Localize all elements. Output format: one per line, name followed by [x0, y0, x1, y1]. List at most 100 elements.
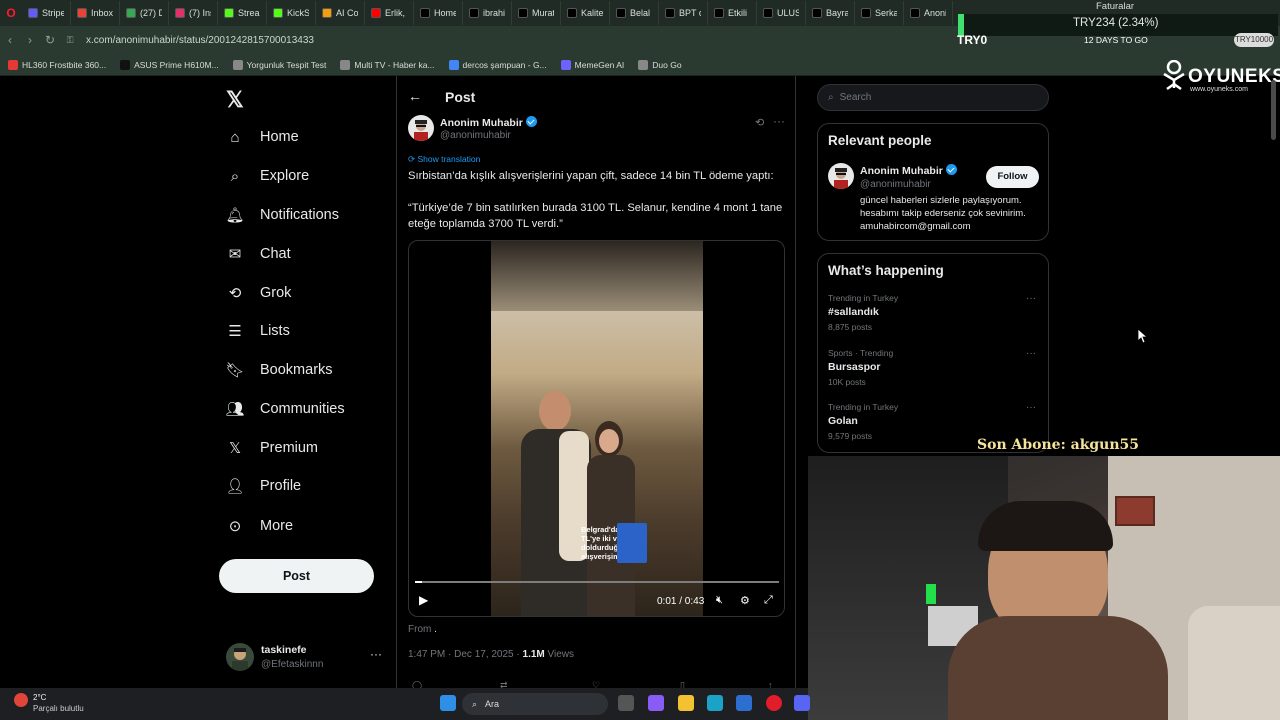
- browser-tab[interactable]: Stripe Exp: [22, 1, 71, 25]
- nav-item-communities[interactable]: 👥︎ Communities: [225, 396, 344, 422]
- trend-more-icon[interactable]: ···: [1026, 348, 1036, 359]
- weather-icon[interactable]: [14, 693, 28, 707]
- bookmark-item[interactable]: dercos şampuan - G...: [448, 59, 547, 70]
- trend-item[interactable]: Trending in Turkey #sallandık 8,875 post…: [828, 293, 1040, 332]
- author-avatar[interactable]: [408, 115, 434, 141]
- tab-favicon-icon: [665, 8, 675, 18]
- person-bio: güncel haberleri sizlerle paylaşıyorum. …: [860, 195, 1026, 232]
- video-player[interactable]: Belgrad'da 15.000 TL'ye iki valiz doldur…: [408, 240, 785, 617]
- nav-item-premium[interactable]: 𝕏 Premium: [226, 435, 318, 461]
- search-icon: ⌕: [472, 698, 478, 709]
- browser-tab[interactable]: Serkan Ta: [855, 1, 904, 25]
- video-frame[interactable]: Belgrad'da 15.000 TL'ye iki valiz doldur…: [491, 241, 703, 616]
- account-switcher[interactable]: taskinefe @Efetaskinnn ···: [226, 641, 386, 677]
- browser-tab[interactable]: KickSight: [267, 1, 316, 25]
- tab-favicon-icon: [861, 8, 871, 18]
- like-icon[interactable]: ♡: [592, 680, 600, 688]
- back-icon[interactable]: ‹: [0, 33, 20, 47]
- nav-item-chat[interactable]: ✉ Chat: [226, 241, 291, 267]
- nav-item-more[interactable]: ⊙ More: [226, 513, 293, 539]
- post-more-icon[interactable]: ···: [773, 114, 785, 128]
- search-box[interactable]: ⌕: [817, 84, 1049, 111]
- tab-label: ibrahim o: [483, 8, 505, 18]
- follow-button[interactable]: Follow: [986, 166, 1039, 188]
- trend-more-icon[interactable]: ···: [1026, 293, 1036, 304]
- browser-tab[interactable]: ULUSER on: [757, 1, 806, 25]
- nav-item-notifications[interactable]: 🔔︎ Notifications: [225, 202, 339, 228]
- browser-tab[interactable]: AI Comic I: [316, 1, 365, 25]
- relevant-people-title: Relevant people: [828, 133, 932, 148]
- bookmark-item[interactable]: Multi TV - Haber ka...: [340, 59, 435, 70]
- discord-icon[interactable]: [794, 695, 810, 711]
- bookmark-item[interactable]: Duo Go: [638, 59, 682, 70]
- edge-icon[interactable]: [707, 695, 723, 711]
- author-name[interactable]: Anonim Muhabir: [440, 116, 537, 129]
- site-info-icon[interactable]: ⚿: [60, 35, 80, 46]
- file-explorer-icon[interactable]: [678, 695, 694, 711]
- browser-tab[interactable]: BPT on X: [659, 1, 708, 25]
- nav-item-label: Profile: [260, 478, 302, 494]
- search-input[interactable]: [839, 92, 1030, 103]
- store-icon[interactable]: [736, 695, 752, 711]
- browser-tab[interactable]: Anonim M: [904, 1, 953, 25]
- bookmark-item[interactable]: MemeGen AI: [560, 59, 624, 70]
- trend-item[interactable]: Trending in Turkey Golan 9,579 posts ···: [828, 402, 1040, 441]
- browser-tab[interactable]: Kalitesiz Y: [561, 1, 610, 25]
- taskbar-search[interactable]: ⌕ Ara: [462, 693, 608, 715]
- oyuneks-logo: OYUNEKS www.oyuneks.com: [1162, 59, 1280, 94]
- browser-tab[interactable]: (27) Dashl: [120, 1, 169, 25]
- settings-icon[interactable]: ⚙: [740, 594, 750, 607]
- back-arrow-icon[interactable]: ←: [408, 88, 422, 104]
- browser-tab[interactable]: Stream - K: [218, 1, 267, 25]
- windows-start-icon[interactable]: [440, 695, 456, 711]
- url-field[interactable]: x.com/anonimuhabir/status/20012428157000…: [86, 35, 314, 46]
- trend-more-icon[interactable]: ···: [1026, 402, 1036, 413]
- video-progress-bar[interactable]: [415, 581, 779, 583]
- browser-tab[interactable]: Erlik, Alpe: [365, 1, 414, 25]
- mute-icon[interactable]: 🔇︎: [716, 594, 723, 607]
- browser-tab[interactable]: Murat AĞI: [512, 1, 561, 25]
- page-scrollbar[interactable]: [1271, 80, 1276, 140]
- tab-label: Anonim M: [924, 8, 946, 18]
- copilot-icon[interactable]: [648, 695, 664, 711]
- bookmark-item[interactable]: Yorgunluk Tespit Test: [232, 59, 326, 70]
- browser-tab[interactable]: Belal on X: [610, 1, 659, 25]
- share-icon[interactable]: ↑: [768, 680, 773, 688]
- opera-taskbar-icon[interactable]: [766, 695, 782, 711]
- trend-item[interactable]: Sports · Trending Bursaspor 10K posts ··…: [828, 348, 1040, 387]
- last-subscriber-label: Son Abone: akgun55: [977, 437, 1140, 453]
- nav-item-grok[interactable]: ⟲ Grok: [226, 280, 292, 306]
- reload-icon[interactable]: ↻: [40, 33, 60, 47]
- trend-count: 10K posts: [828, 377, 866, 387]
- forward-icon[interactable]: ›: [20, 33, 40, 47]
- browser-tab[interactable]: Bayrak M: [806, 1, 855, 25]
- nav-item-explore[interactable]: ⌕ Explore: [226, 163, 309, 189]
- browser-tab[interactable]: Etkili Habe: [708, 1, 757, 25]
- bookmark-item[interactable]: ASUS Prime H610M...: [120, 59, 219, 70]
- x-logo-icon[interactable]: 𝕏: [226, 87, 244, 113]
- browser-tab[interactable]: ibrahim o: [463, 1, 512, 25]
- nav-item-profile[interactable]: 👤︎ Profile: [225, 473, 302, 499]
- grok-icon[interactable]: ⟲: [755, 116, 764, 129]
- browser-tab[interactable]: Home / X: [414, 1, 463, 25]
- browser-tab[interactable]: (7) Instagr: [169, 1, 218, 25]
- donation-ticker: TRY234 (2.34%): [958, 14, 1278, 36]
- play-icon[interactable]: ▶: [419, 593, 428, 607]
- reply-icon[interactable]: ◯: [412, 680, 422, 688]
- fullscreen-icon[interactable]: ⤢: [764, 594, 773, 607]
- post-button[interactable]: Post: [219, 559, 374, 593]
- person-avatar[interactable]: [828, 163, 854, 189]
- show-translation-link[interactable]: ⟳ Show translation: [408, 154, 480, 165]
- opera-icon[interactable]: O: [0, 6, 22, 20]
- nav-item-lists[interactable]: ☰ Lists: [226, 318, 290, 344]
- repost-icon[interactable]: ⇄: [500, 680, 508, 688]
- nav-item-home[interactable]: ⌂ Home: [226, 124, 298, 150]
- taskview-icon[interactable]: [618, 695, 634, 711]
- nav-item-bookmarks[interactable]: 🔖︎ Bookmarks: [225, 357, 332, 383]
- author-handle[interactable]: @anonimuhabir: [440, 130, 511, 141]
- bookmark-item[interactable]: HL360 Frostbite 360...: [8, 59, 106, 70]
- browser-tab[interactable]: Inbox (1,0: [71, 1, 120, 25]
- account-more-icon[interactable]: ···: [370, 647, 382, 661]
- person-name[interactable]: Anonim Muhabir: [860, 164, 957, 177]
- bookmark-action-icon[interactable]: ▯: [680, 680, 685, 688]
